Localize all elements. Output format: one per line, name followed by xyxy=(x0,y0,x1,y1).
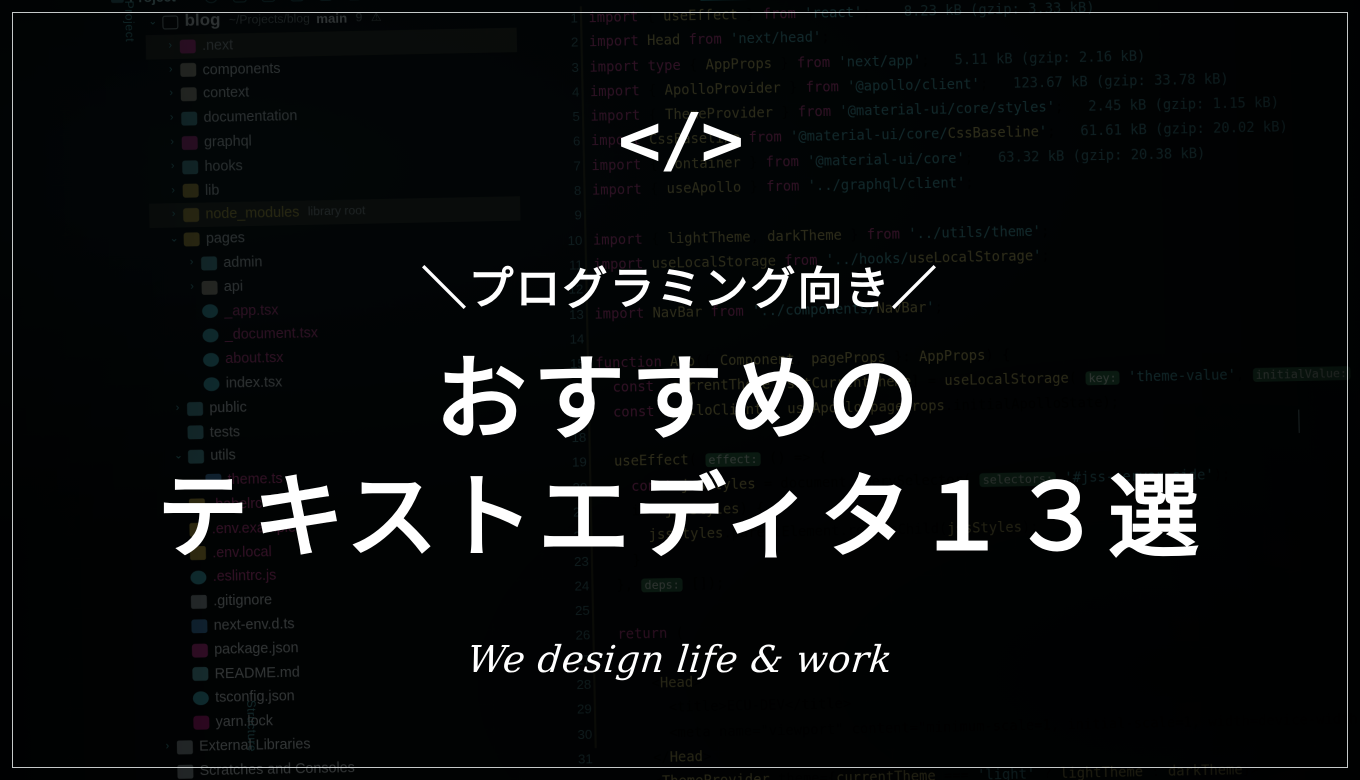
headline-line-2: テキストエディタ１３選 xyxy=(156,467,1204,569)
thumbnail-image: Project ⌄ ▶ Add Configuration... Project… xyxy=(0,0,1360,780)
tagline-text: We design life & work xyxy=(465,638,895,681)
headline-line-1: おすすめの xyxy=(434,349,926,451)
title-overlay: </> ＼プログラミング向き／ おすすめの テキストエディタ１３選 We des… xyxy=(0,0,1360,780)
code-brackets-icon: </> xyxy=(617,98,744,182)
kicker-text: ＼プログラミング向き／ xyxy=(421,263,939,314)
